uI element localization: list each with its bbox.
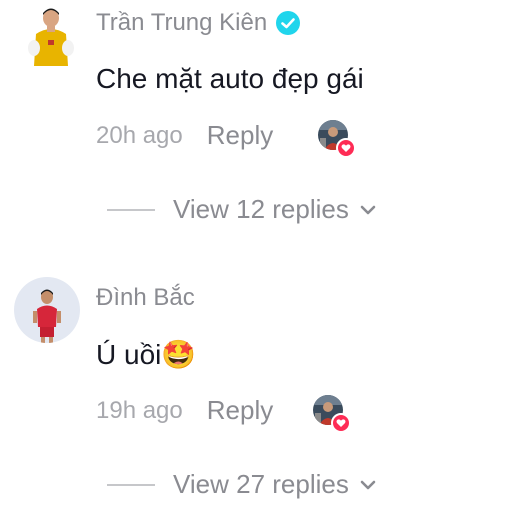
view-replies-label[interactable]: View 27 replies [173,469,349,500]
creator-liked-indicator [318,120,356,158]
reply-button[interactable]: Reply [207,395,273,426]
avatar[interactable] [20,4,82,66]
comment-text: Che mặt auto đẹp gái [96,63,364,94]
comment-text: Ú uồi🤩 [96,339,197,370]
divider-line [107,208,155,211]
chevron-down-icon[interactable] [359,479,377,491]
username-text[interactable]: Đình Bắc [96,284,195,312]
avatar[interactable] [14,277,80,343]
chevron-down-icon[interactable] [359,204,377,216]
divider-line [107,483,155,486]
heart-icon [336,138,356,158]
user-avatar-icon [20,4,82,66]
username[interactable]: Đình Bắc [96,284,195,312]
username[interactable]: Trần Trung Kiên [96,9,301,37]
view-replies-button[interactable]: View 12 replies [107,194,377,225]
comment-meta: 19h ago Reply [96,395,273,426]
heart-icon [331,413,351,433]
reply-button[interactable]: Reply [207,120,273,151]
timestamp: 19h ago [96,396,183,424]
creator-liked-indicator [313,395,351,433]
view-replies-label[interactable]: View 12 replies [173,194,349,225]
user-avatar-icon [14,277,80,343]
verified-badge-icon [276,11,301,35]
timestamp: 20h ago [96,121,183,149]
username-text[interactable]: Trần Trung Kiên [96,9,267,37]
view-replies-button[interactable]: View 27 replies [107,469,377,500]
comment-meta: 20h ago Reply [96,120,273,151]
